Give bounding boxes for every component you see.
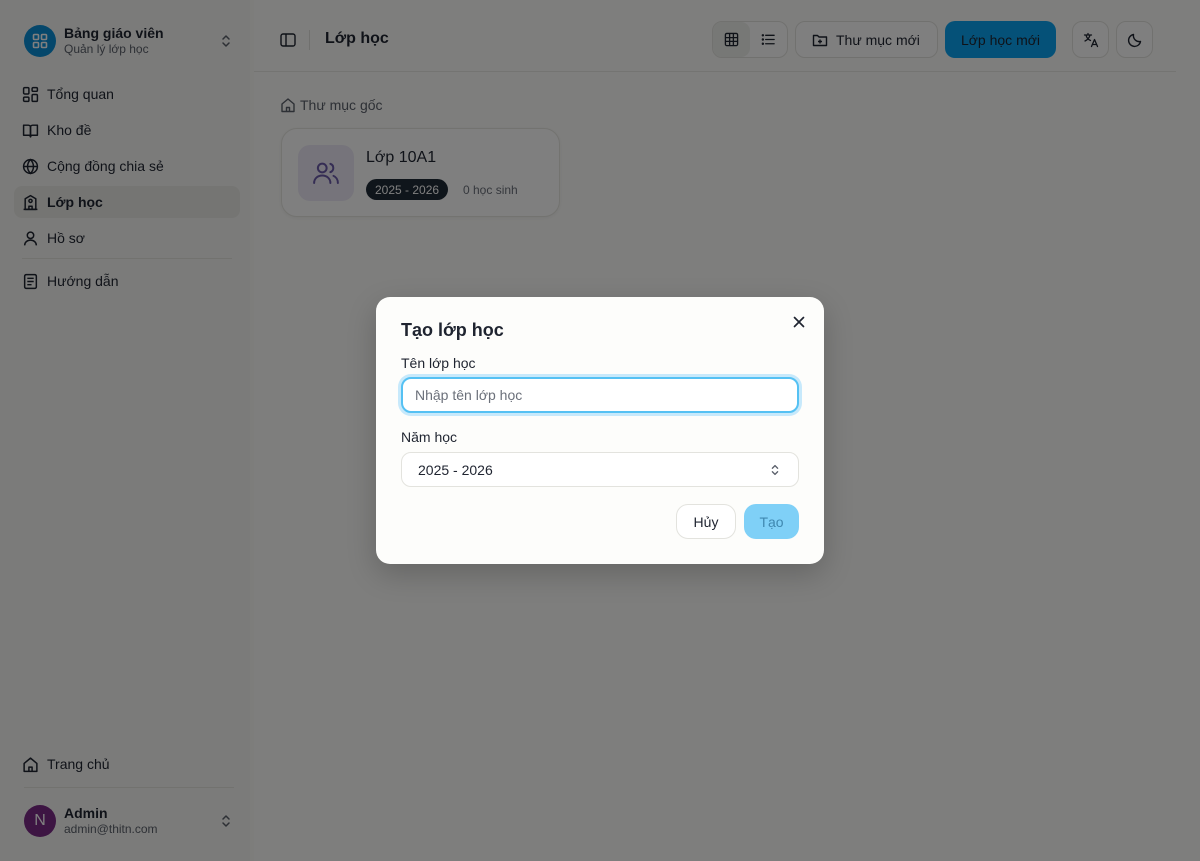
- dialog-title: Tạo lớp học: [401, 320, 504, 340]
- school-year-label: Năm học: [401, 429, 458, 445]
- school-year-select[interactable]: 2025 - 2026: [401, 452, 799, 487]
- create-class-dialog: Tạo lớp học Tên lớp học Năm học 2025 - 2…: [376, 297, 824, 564]
- app-root: Bảng giáo viên Quản lý lớp học Tổng quan…: [0, 0, 1200, 861]
- cancel-button[interactable]: Hủy: [676, 504, 736, 539]
- chevron-up-down-icon: [771, 464, 779, 475]
- close-icon[interactable]: [790, 313, 808, 331]
- class-name-input[interactable]: [401, 377, 799, 413]
- class-name-label: Tên lớp học: [401, 355, 476, 371]
- school-year-value: 2025 - 2026: [418, 461, 493, 478]
- create-button[interactable]: Tạo: [744, 504, 799, 539]
